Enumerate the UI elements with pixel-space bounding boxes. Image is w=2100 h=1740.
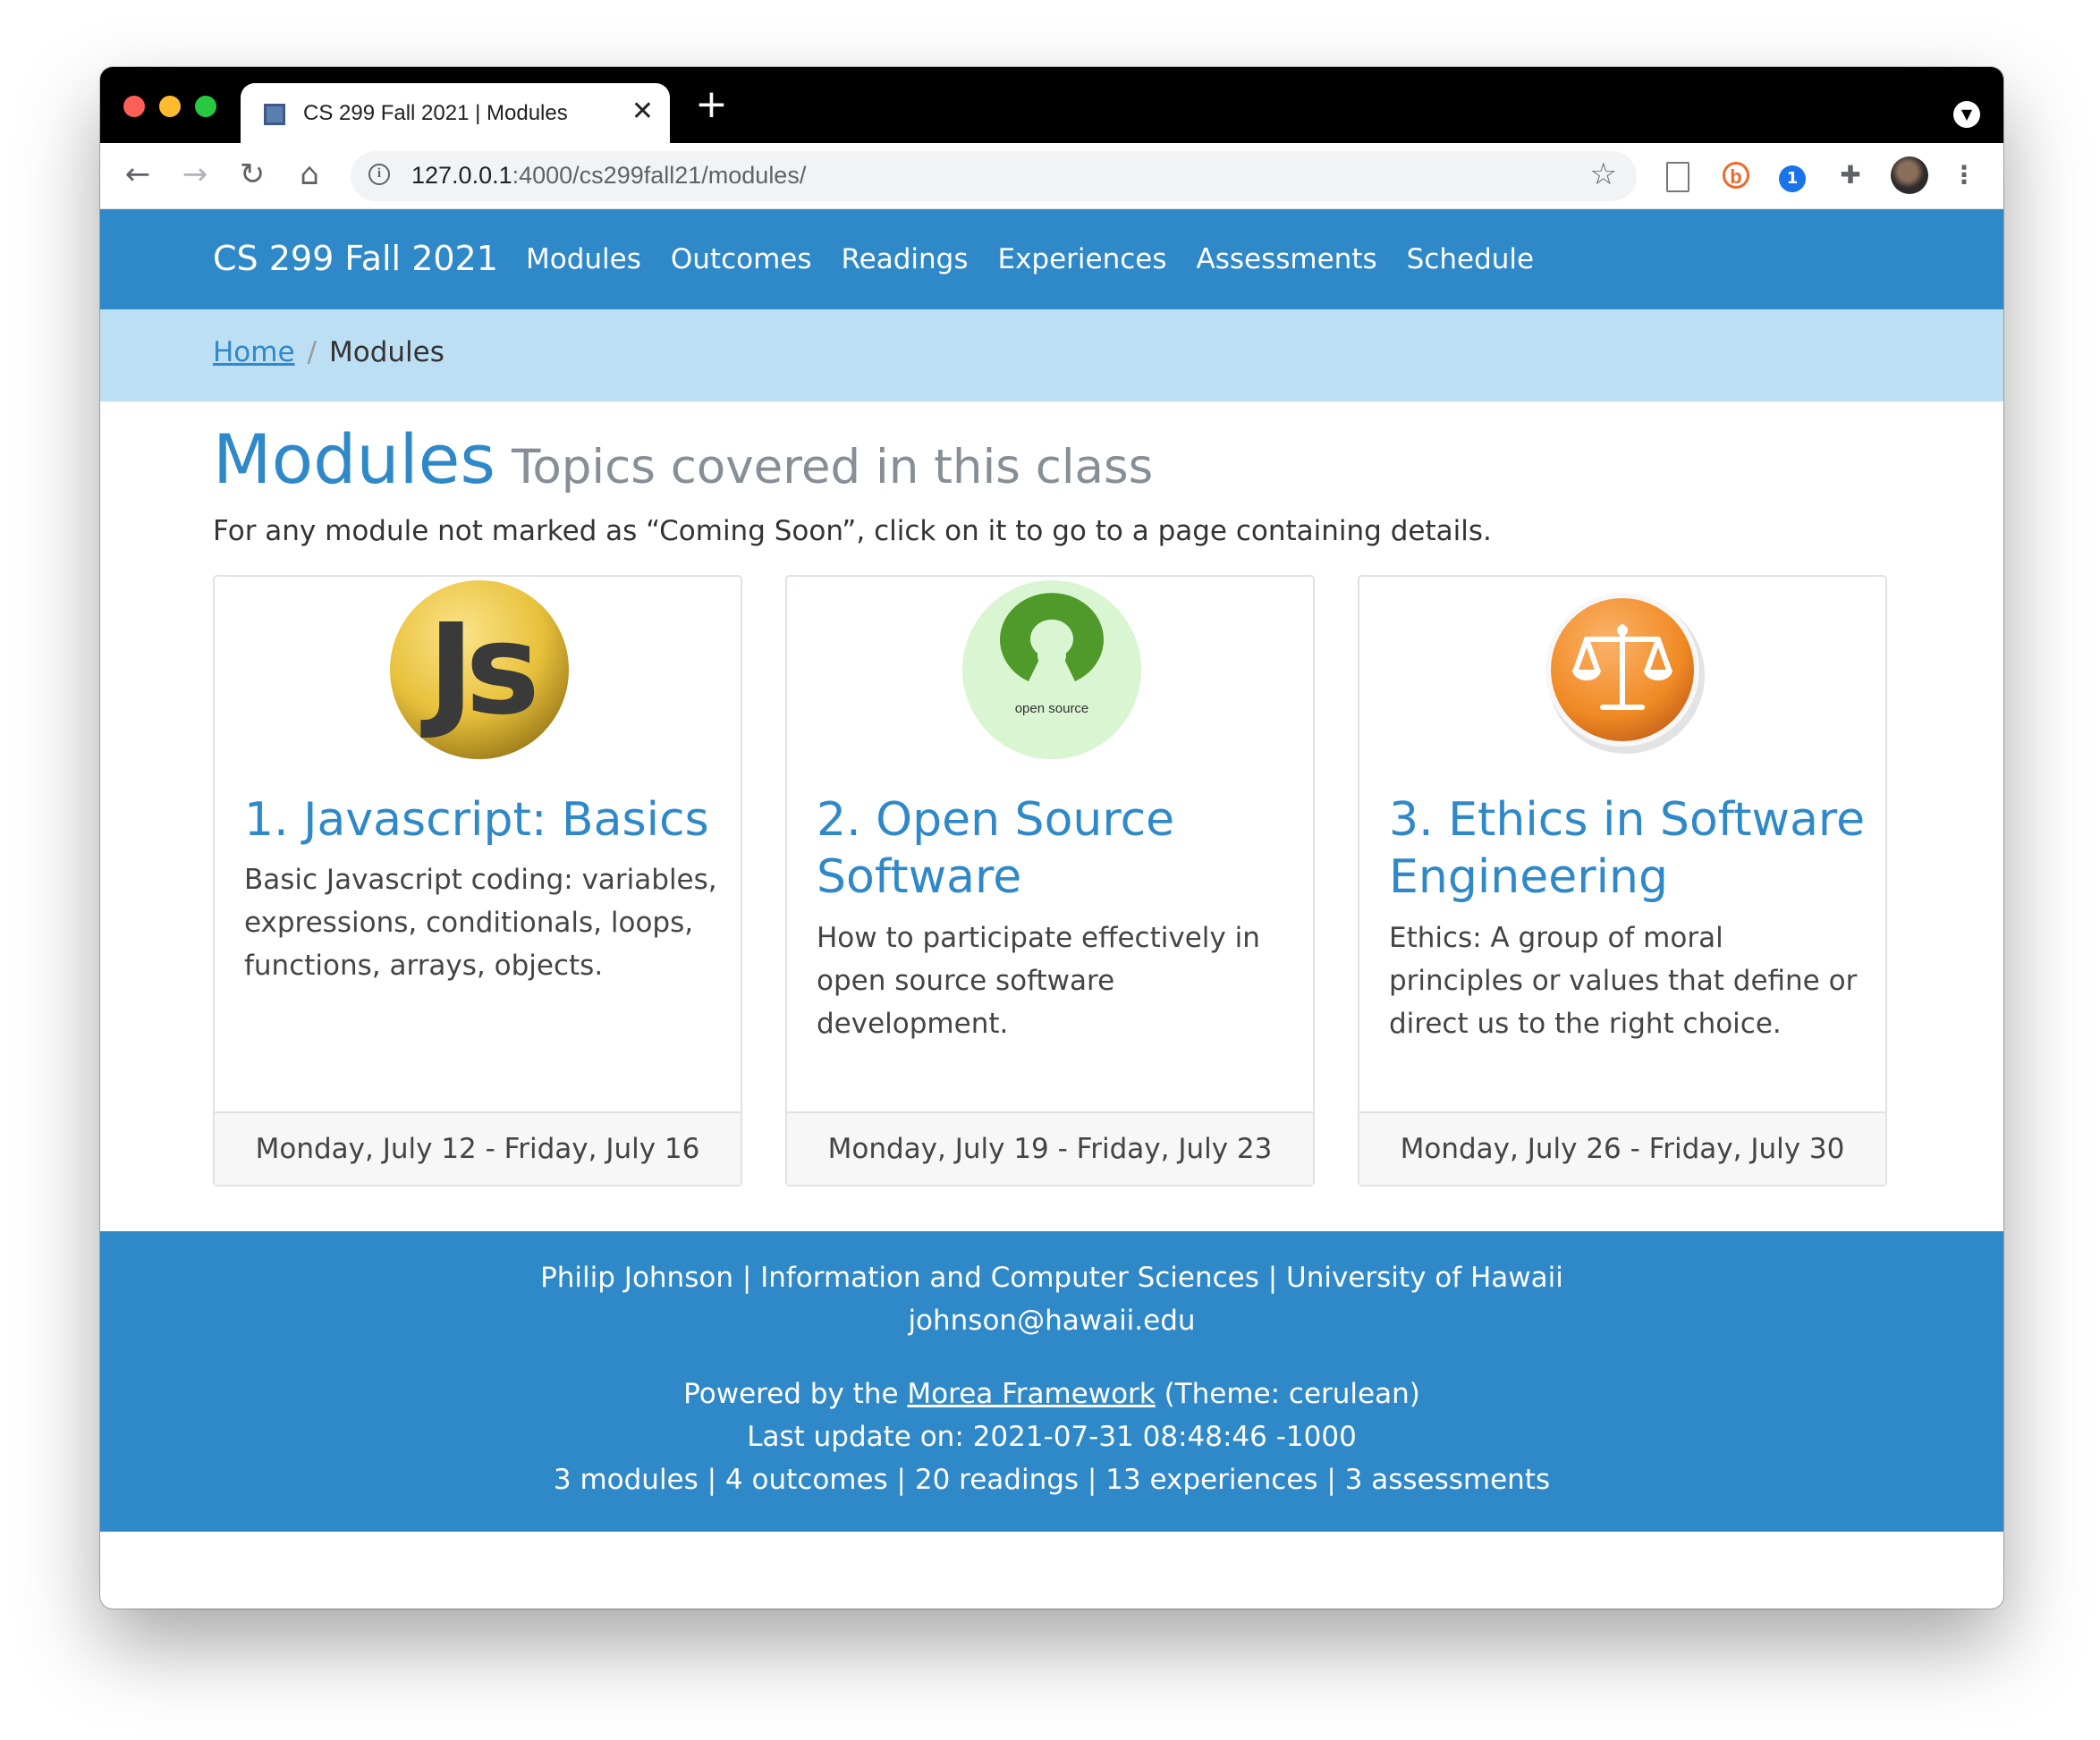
breadcrumb-current: Modules — [329, 336, 445, 368]
minimize-window-button[interactable] — [159, 96, 181, 117]
page-heading: Modules Topics covered in this class — [213, 419, 1153, 499]
page-title: Modules — [213, 419, 495, 499]
nav-links: Modules Outcomes Readings Experiences As… — [526, 243, 1563, 275]
footer-last-update: Last update on: 2021-07-31 08:48:46 -100… — [747, 1421, 1357, 1453]
module-description: How to participate effectively in open s… — [817, 922, 1260, 1040]
module-card-open-source[interactable]: open source 2. Open Source Software How … — [785, 575, 1315, 1187]
footer-email[interactable]: johnson@hawaii.edu — [100, 1299, 2003, 1342]
home-icon[interactable]: ⌂ — [290, 155, 329, 194]
forward-arrow-icon[interactable]: → — [175, 155, 215, 194]
reload-icon[interactable]: ↻ — [233, 155, 272, 194]
site-footer: Philip Johnson | Information and Compute… — [100, 1231, 2003, 1532]
web-page: CS 299 Fall 2021 Modules Outcomes Readin… — [100, 209, 2003, 1532]
page-intro: For any module not marked as “Coming Soo… — [213, 515, 1492, 547]
site-info-icon[interactable]: i — [368, 164, 390, 185]
browser-titlebar: CS 299 Fall 2021 | Modules ✕ + ▼ — [100, 67, 2003, 143]
nav-link-outcomes[interactable]: Outcomes — [671, 243, 812, 275]
tab-close-icon[interactable]: ✕ — [631, 96, 654, 128]
tab-search-icon[interactable]: ▼ — [1953, 101, 1980, 128]
b-extension-icon[interactable]: b — [1719, 158, 1753, 192]
back-arrow-icon[interactable]: ← — [118, 155, 157, 194]
browser-toolbar: ← → ↻ ⌂ i 127.0.0.1:4000/cs299fall21/mod… — [100, 143, 2003, 209]
nav-link-schedule[interactable]: Schedule — [1407, 243, 1534, 275]
document-extension-icon[interactable] — [1661, 158, 1695, 192]
javascript-logo-text: Js — [420, 597, 534, 743]
breadcrumb-separator: / — [307, 336, 317, 368]
nav-link-readings[interactable]: Readings — [842, 243, 969, 275]
tab-title: CS 299 Fall 2021 | Modules — [303, 101, 568, 125]
scales-of-justice-icon — [1545, 593, 1705, 754]
module-title[interactable]: 1. Javascript: Basics — [244, 791, 727, 849]
module-card-javascript[interactable]: Js 1. Javascript: Basics Basic Javascrip… — [213, 575, 742, 1187]
site-navbar: CS 299 Fall 2021 Modules Outcomes Readin… — [100, 209, 2003, 309]
address-bar[interactable]: i 127.0.0.1:4000/cs299fall21/modules/ ☆ — [351, 151, 1637, 201]
browser-window: CS 299 Fall 2021 | Modules ✕ + ▼ ← → ↻ ⌂… — [100, 67, 2003, 1609]
breadcrumb-home-link[interactable]: Home — [213, 336, 295, 368]
module-description: Ethics: A group of moral principles or v… — [1389, 922, 1858, 1040]
nav-link-assessments[interactable]: Assessments — [1197, 243, 1377, 275]
password-manager-extension-icon[interactable]: 1 — [1775, 158, 1809, 192]
nav-link-experiences[interactable]: Experiences — [998, 243, 1167, 275]
bookmark-star-icon[interactable]: ☆ — [1590, 156, 1617, 192]
morea-framework-link[interactable]: Morea Framework — [907, 1378, 1155, 1410]
module-dates: Monday, July 26 - Friday, July 30 — [1359, 1111, 1885, 1185]
new-tab-button[interactable]: + — [695, 85, 728, 124]
javascript-logo-icon: Js — [390, 580, 569, 759]
module-title[interactable]: 2. Open Source Software — [817, 791, 1300, 906]
site-brand[interactable]: CS 299 Fall 2021 — [213, 239, 498, 278]
open-source-logo-icon: open source — [962, 580, 1141, 759]
module-dates: Monday, July 19 - Friday, July 23 — [787, 1111, 1313, 1185]
maximize-window-button[interactable] — [195, 96, 216, 117]
breadcrumb-bar: Home / Modules — [100, 309, 2003, 401]
footer-author-line: Philip Johnson | Information and Compute… — [540, 1262, 1563, 1294]
url-text[interactable]: 127.0.0.1:4000/cs299fall21/modules/ — [411, 162, 806, 190]
open-source-logo-text: open source — [1015, 701, 1089, 716]
footer-powered-by: Powered by the Morea Framework (Theme: c… — [683, 1378, 1420, 1410]
footer-stats: 3 modules | 4 outcomes | 20 readings | 1… — [553, 1464, 1551, 1496]
module-title[interactable]: 3. Ethics in Software Engineering — [1389, 791, 1872, 906]
browser-tab-active[interactable]: CS 299 Fall 2021 | Modules ✕ — [241, 83, 670, 143]
extensions-puzzle-icon[interactable]: ✚ — [1833, 158, 1867, 192]
module-card-ethics[interactable]: 3. Ethics in Software Engineering Ethics… — [1358, 575, 1887, 1187]
module-dates: Monday, July 12 - Friday, July 16 — [215, 1111, 741, 1185]
main-content: Modules Topics covered in this class For … — [100, 401, 2003, 1231]
browser-menu-icon[interactable]: ⋮ — [1947, 158, 1981, 192]
page-subtitle: Topics covered in this class — [511, 440, 1154, 494]
close-window-button[interactable] — [123, 96, 145, 117]
tab-favicon-icon — [264, 104, 285, 125]
module-description: Basic Javascript coding: variables, expr… — [244, 864, 717, 982]
breadcrumb: Home / Modules — [213, 336, 445, 368]
profile-avatar[interactable] — [1891, 156, 1928, 194]
nav-link-modules[interactable]: Modules — [526, 243, 641, 275]
